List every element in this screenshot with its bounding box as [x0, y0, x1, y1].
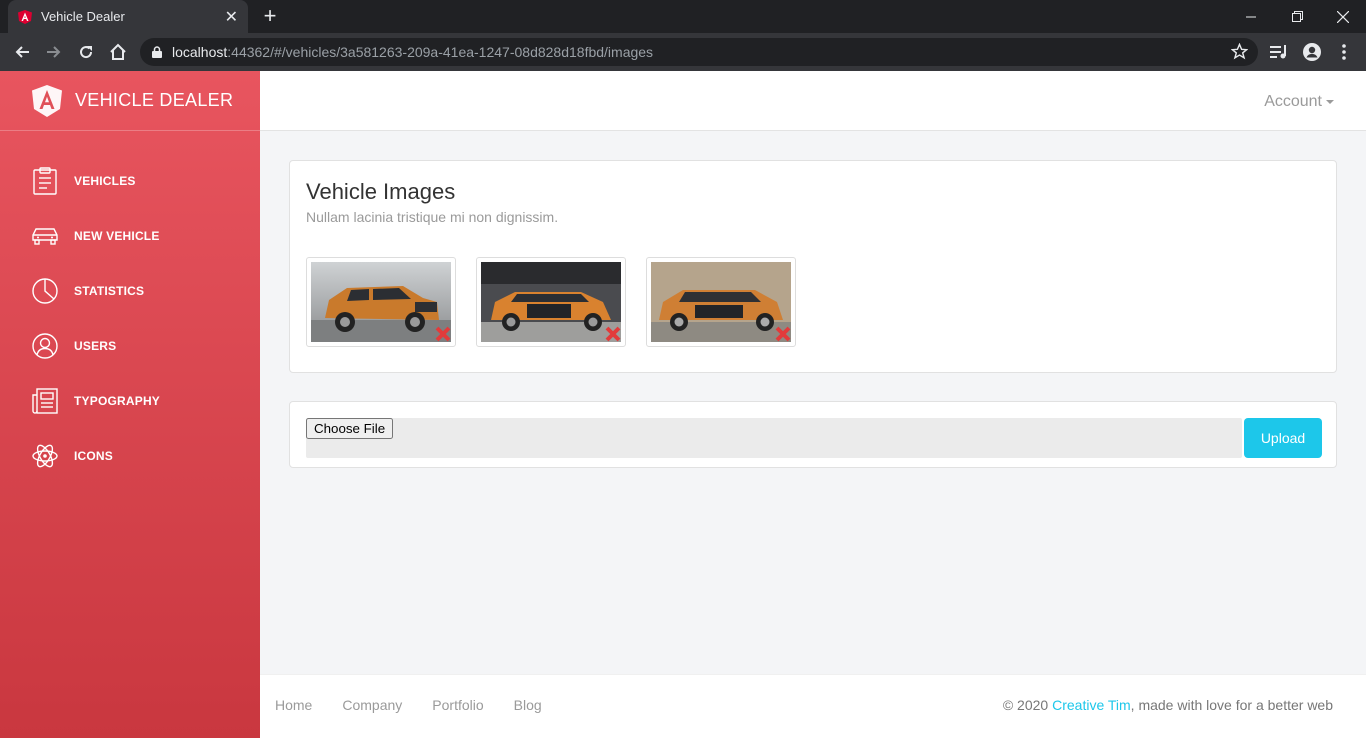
- vehicle-photo: [651, 262, 791, 342]
- author-link[interactable]: Creative Tim: [1052, 697, 1131, 713]
- back-icon[interactable]: [10, 40, 34, 64]
- browser-tab[interactable]: Vehicle Dealer ✕: [8, 0, 248, 33]
- profile-icon[interactable]: [1300, 40, 1324, 64]
- footer-nav: Home Company Portfolio Blog: [275, 697, 572, 713]
- sidebar-item-label: STATISTICS: [74, 283, 145, 298]
- vehicle-thumbnail[interactable]: [646, 257, 796, 347]
- account-dropdown[interactable]: Account: [1264, 93, 1334, 111]
- home-icon[interactable]: [106, 40, 130, 64]
- bookmark-star-icon[interactable]: [1231, 43, 1248, 60]
- forward-icon[interactable]: [42, 40, 66, 64]
- footer-link-portfolio[interactable]: Portfolio: [432, 697, 483, 713]
- url-host: localhost: [172, 44, 228, 60]
- browser-tab-bar: Vehicle Dealer ✕ +: [0, 0, 1366, 33]
- atom-icon: [32, 444, 58, 467]
- address-bar[interactable]: localhost:44362/#/vehicles/3a581263-209a…: [140, 38, 1258, 66]
- card-title: Vehicle Images: [306, 179, 456, 204]
- delete-image-icon[interactable]: [605, 326, 621, 342]
- brand-name: VEHICLE DEALER: [75, 90, 234, 110]
- copyright: © 2020 Creative Tim, made with love for …: [1003, 697, 1333, 713]
- vehicle-photo: [311, 262, 451, 342]
- upload-button[interactable]: Upload: [1244, 418, 1322, 458]
- card-subtitle: Nullam lacinia tristique mi non dignissi…: [306, 209, 559, 225]
- url-path: :44362/#/vehicles/3a581263-209a-41ea-124…: [227, 44, 654, 60]
- brand[interactable]: VEHICLE DEALER: [0, 71, 260, 131]
- news-icon: [32, 387, 58, 414]
- sidebar-item-label: ICONS: [74, 448, 114, 463]
- sidebar-item-label: NEW VEHICLE: [74, 228, 160, 243]
- copyright-prefix: © 2020: [1002, 697, 1053, 713]
- footer-link-home[interactable]: Home: [275, 697, 312, 713]
- sidebar-item-typography[interactable]: TYPOGRAPHY: [0, 373, 260, 428]
- reload-icon[interactable]: [74, 40, 98, 64]
- sidebar-item-users[interactable]: USERS: [0, 318, 260, 373]
- new-tab-icon[interactable]: +: [258, 4, 282, 28]
- browser-menu-icon[interactable]: [1332, 40, 1356, 64]
- sidebar-item-new-vehicle[interactable]: NEW VEHICLE: [0, 208, 260, 263]
- user-icon: [32, 332, 58, 359]
- upload-card: Upload: [289, 401, 1337, 468]
- media-queue-icon[interactable]: [1267, 40, 1291, 64]
- sidebar-item-label: USERS: [74, 338, 117, 353]
- footer-link-company[interactable]: Company: [342, 697, 402, 713]
- footer: Home Company Portfolio Blog © 2020 Creat…: [260, 674, 1366, 738]
- file-input[interactable]: [306, 418, 1242, 458]
- minimize-icon[interactable]: [1228, 0, 1274, 33]
- car-icon: [32, 227, 58, 245]
- sidebar-nav: VEHICLES NEW VEHICLE STATISTICS USERS TY…: [0, 131, 260, 483]
- sidebar: VEHICLE DEALER VEHICLES NEW VEHICLE STAT…: [0, 71, 260, 738]
- sidebar-item-icons[interactable]: ICONS: [0, 428, 260, 483]
- sidebar-item-statistics[interactable]: STATISTICS: [0, 263, 260, 318]
- angular-favicon-icon: [18, 9, 32, 24]
- delete-image-icon[interactable]: [775, 326, 791, 342]
- clipboard-icon: [33, 166, 57, 195]
- copyright-suffix: , made with love for a better web: [1130, 697, 1333, 713]
- top-navbar: Account: [260, 71, 1366, 131]
- angular-logo-icon: [32, 84, 62, 117]
- caret-down-icon: [1326, 99, 1334, 104]
- sidebar-item-label: TYPOGRAPHY: [74, 393, 161, 408]
- pie-chart-icon: [32, 277, 58, 304]
- sidebar-item-label: VEHICLES: [74, 173, 136, 188]
- vehicle-photo: [481, 262, 621, 342]
- sidebar-item-vehicles[interactable]: VEHICLES: [0, 153, 260, 208]
- lock-icon: [152, 46, 162, 58]
- tab-title: Vehicle Dealer: [41, 9, 125, 24]
- restore-icon[interactable]: [1274, 0, 1320, 33]
- vehicle-thumbnail[interactable]: [306, 257, 456, 347]
- window-close-icon[interactable]: [1320, 0, 1366, 33]
- browser-toolbar: localhost:44362/#/vehicles/3a581263-209a…: [0, 33, 1366, 71]
- vehicle-images-card: Vehicle Images Nullam lacinia tristique …: [289, 160, 1337, 373]
- tab-close-icon[interactable]: ✕: [225, 7, 238, 27]
- account-label: Account: [1264, 93, 1322, 110]
- footer-link-blog[interactable]: Blog: [514, 697, 542, 713]
- vehicle-thumbnail[interactable]: [476, 257, 626, 347]
- delete-image-icon[interactable]: [435, 326, 451, 342]
